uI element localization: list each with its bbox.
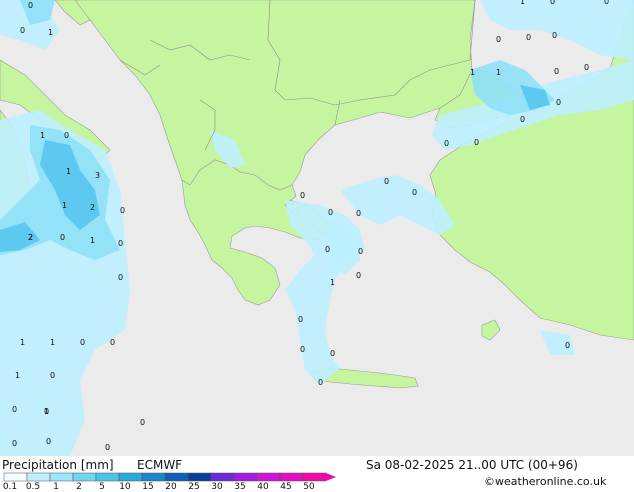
precip-value-label: 0 <box>46 437 51 446</box>
precip-value-label: 1 <box>44 407 49 416</box>
precip-value-label: 0 <box>118 239 123 248</box>
legend-swatch <box>187 472 212 482</box>
precip-value-label: 1 <box>496 68 501 77</box>
legend-arrow <box>326 473 336 481</box>
precip-value-label: 0 <box>554 67 559 76</box>
precip-value-label: 0 <box>526 33 531 42</box>
precip-value-label: 0 <box>412 188 417 197</box>
precip-value-label: 2 <box>28 233 33 242</box>
map-title: Precipitation [mm] <box>2 458 114 472</box>
legend-swatch <box>164 472 189 482</box>
legend-tick: 45 <box>280 482 292 492</box>
precip-value-label: 1 <box>62 201 67 210</box>
precip-value-label: 0 <box>604 0 609 6</box>
precip-value-label: 0 <box>28 1 33 10</box>
precip-value-label: 0 <box>318 378 323 387</box>
legend-swatch <box>95 472 120 482</box>
legend-swatch <box>256 472 281 482</box>
precip-value-label: 2 <box>90 203 95 212</box>
legend-tick: 1 <box>53 482 59 492</box>
legend-swatch <box>279 472 304 482</box>
precip-value-label: 0 <box>120 206 125 215</box>
precip-value-label: 0 <box>550 0 555 6</box>
precip-value-label: 0 <box>584 63 589 72</box>
precip-value-label: 0 <box>552 31 557 40</box>
precip-value-label: 0 <box>64 131 69 140</box>
legend-tick: 2 <box>76 482 82 492</box>
legend-tick: 0.1 <box>2 482 18 492</box>
valid-time: Sa 08-02-2025 21..00 UTC (00+96) <box>366 458 578 472</box>
precip-value-label: 0 <box>140 418 145 427</box>
precip-value-label: 1 <box>330 278 335 287</box>
precip-value-label: 1 <box>48 28 53 37</box>
model-name: ECMWF <box>137 458 183 472</box>
legend-tick: 25 <box>188 482 200 492</box>
precip-value-label: 0 <box>20 26 25 35</box>
legend-tick: 50 <box>303 482 315 492</box>
precip-value-label: 1 <box>15 371 20 380</box>
precip-value-label: 1 <box>66 167 71 176</box>
precip-value-label: 0 <box>444 139 449 148</box>
precip-value-label: 0 <box>105 443 110 452</box>
precip-value-label: 0 <box>556 98 561 107</box>
precip-value-label: 0 <box>496 35 501 44</box>
legend-tick: 5 <box>99 482 105 492</box>
precip-value-label: 1 <box>520 0 525 6</box>
legend-tick: 0.5 <box>25 482 41 492</box>
precip-value-label: 0 <box>300 345 305 354</box>
precip-value-label: 0 <box>325 245 330 254</box>
precip-value-label: 0 <box>110 338 115 347</box>
precip-value-label: 0 <box>118 273 123 282</box>
map-footer: Precipitation [mm] ECMWF Sa 08-02-2025 2… <box>0 456 634 490</box>
credit-text: ©weatheronline.co.uk <box>484 475 607 488</box>
legend-swatch <box>118 472 143 482</box>
legend-swatch <box>72 472 97 482</box>
precip-value-label: 0 <box>60 233 65 242</box>
precip-value-label: 0 <box>12 405 17 414</box>
legend-swatch <box>210 472 235 482</box>
precip-value-label: 0 <box>356 209 361 218</box>
legend-tick: 15 <box>142 482 154 492</box>
precip-value-label: 0 <box>384 177 389 186</box>
precip-value-label: 1 <box>470 68 475 77</box>
precip-value-label: 0 <box>356 271 361 280</box>
precipitation-map: 0101011203120201101000000001010000000000… <box>0 0 634 456</box>
precip-value-label: 0 <box>298 315 303 324</box>
legend-tick: 30 <box>211 482 223 492</box>
legend-swatch <box>302 472 327 482</box>
precip-value-label: 0 <box>474 138 479 147</box>
precip-value-label: 0 <box>330 349 335 358</box>
legend-tick: 35 <box>234 482 246 492</box>
legend-tick: 40 <box>257 482 269 492</box>
precip-value-label: 0 <box>520 115 525 124</box>
legend-swatch <box>141 472 166 482</box>
legend-tick: 10 <box>119 482 131 492</box>
legend-swatch <box>233 472 258 482</box>
precip-value-label: 1 <box>50 338 55 347</box>
precip-value-label: 1 <box>20 338 25 347</box>
precip-value-label: 1 <box>90 236 95 245</box>
legend-swatch <box>3 472 28 482</box>
precip-value-label: 0 <box>565 341 570 350</box>
legend-swatch <box>26 472 51 482</box>
precip-value-label: 0 <box>12 439 17 448</box>
precip-value-label: 0 <box>300 191 305 200</box>
legend-swatch <box>49 472 74 482</box>
precip-value-label: 0 <box>328 208 333 217</box>
precip-value-label: 0 <box>50 371 55 380</box>
precip-value-label: 3 <box>95 171 100 180</box>
legend-tick: 20 <box>165 482 177 492</box>
precip-value-label: 0 <box>80 338 85 347</box>
precip-value-label: 0 <box>358 247 363 256</box>
precip-value-label: 1 <box>40 131 45 140</box>
